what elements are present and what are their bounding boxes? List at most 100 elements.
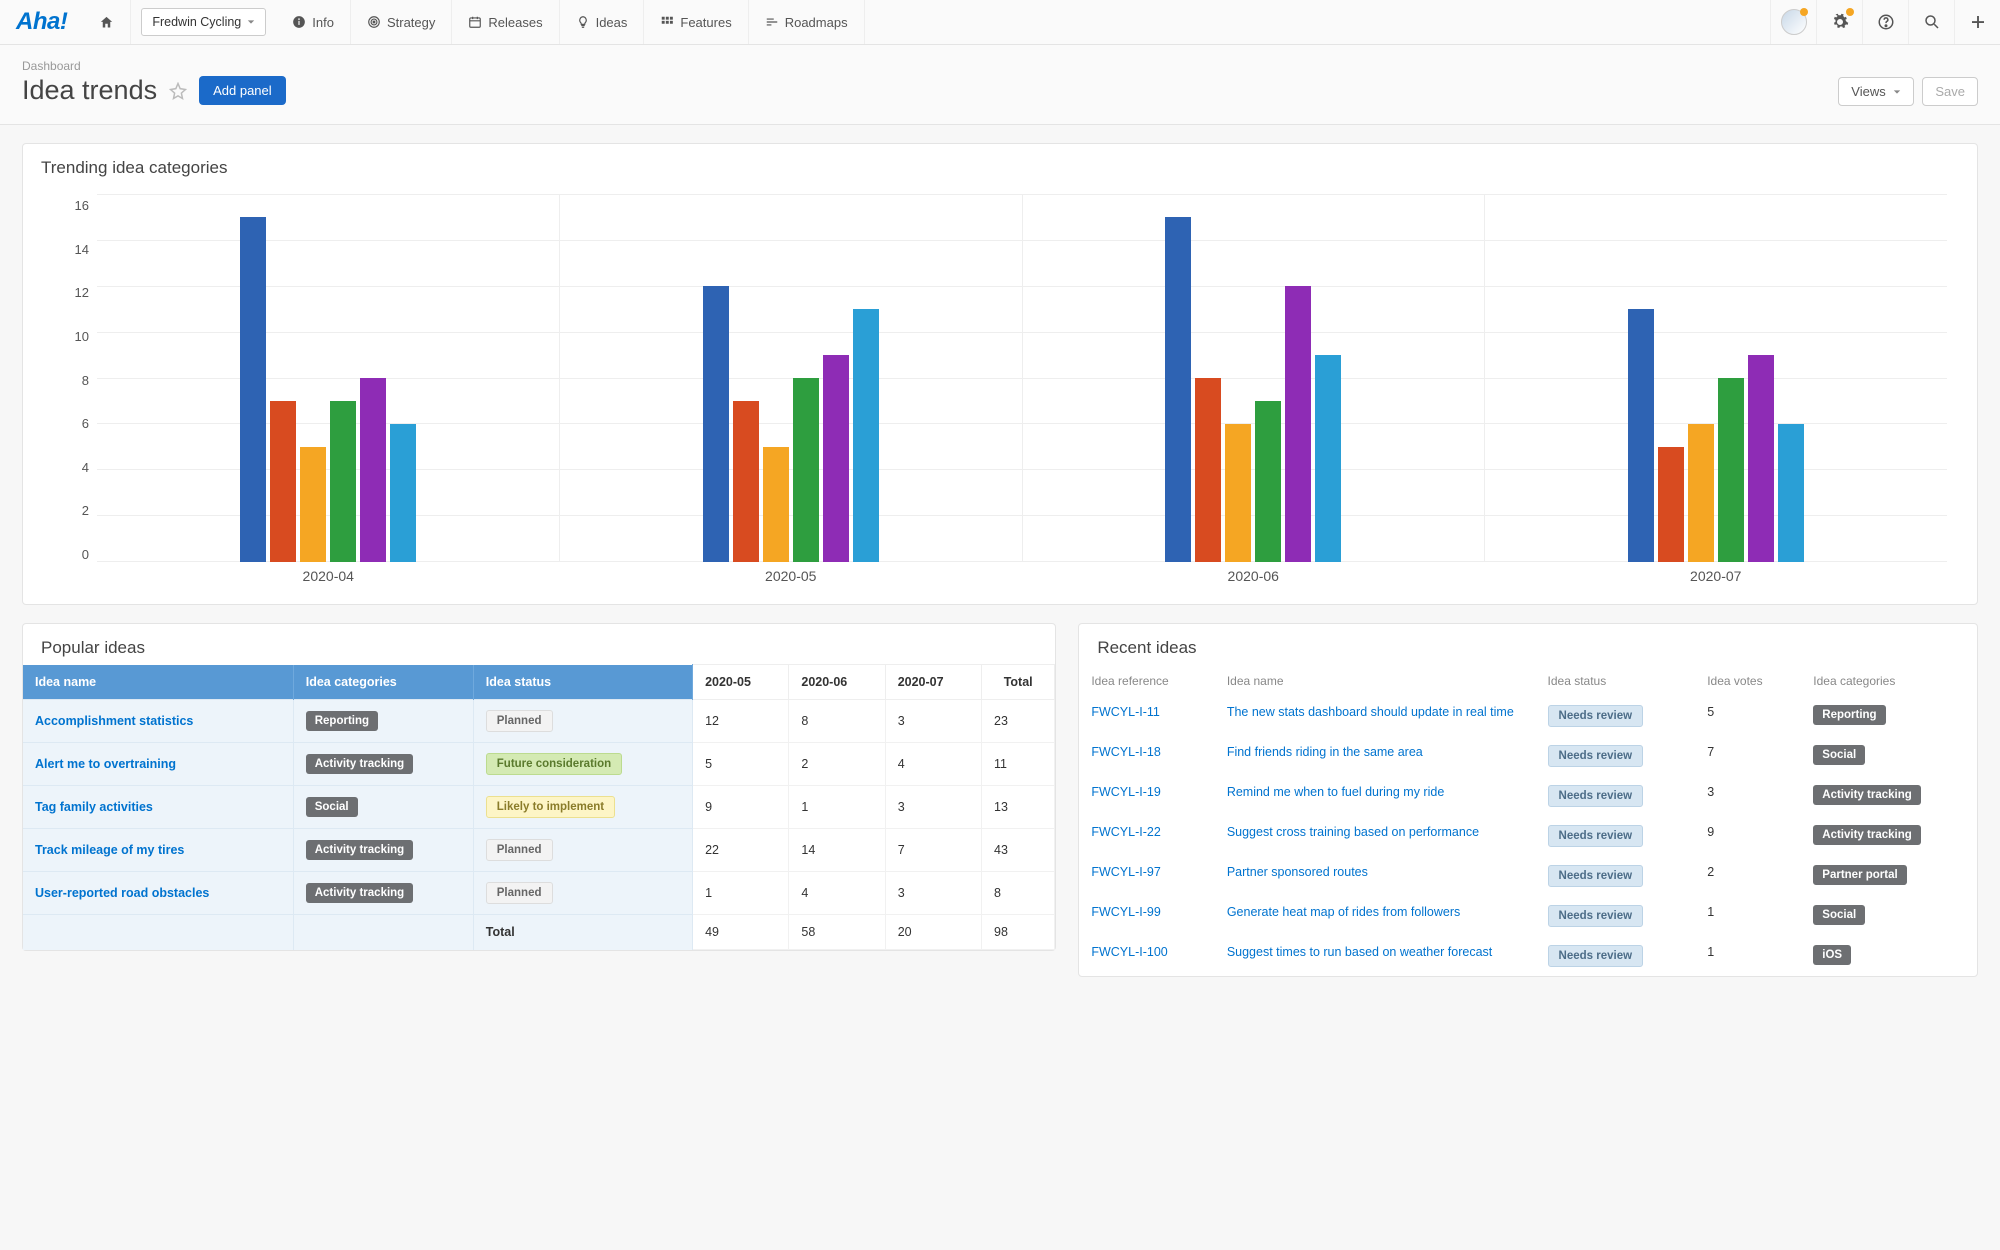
popular-ideas-title: Popular ideas xyxy=(23,624,1055,664)
nav-ideas[interactable]: Ideas xyxy=(560,0,645,44)
bar[interactable] xyxy=(390,424,416,562)
nav-roadmaps[interactable]: Roadmaps xyxy=(749,0,865,44)
idea-reference-link[interactable]: FWCYL-I-19 xyxy=(1091,785,1160,799)
idea-name-link[interactable]: Accomplishment statistics xyxy=(35,714,193,728)
col-idea-status[interactable]: Idea status xyxy=(473,665,692,700)
cell-value: 7 xyxy=(885,829,981,872)
star-icon[interactable] xyxy=(169,82,187,100)
col-cats: Idea categories xyxy=(1801,664,1977,696)
chevron-down-icon xyxy=(1893,88,1901,96)
cell-value: 23 xyxy=(982,700,1055,743)
idea-name-link[interactable]: Remind me when to fuel during my ride xyxy=(1227,785,1444,799)
votes-value: 7 xyxy=(1695,736,1801,776)
bar[interactable] xyxy=(1255,401,1281,562)
bar[interactable] xyxy=(1315,355,1341,562)
x-tick: 2020-06 xyxy=(1022,568,1485,584)
bar[interactable] xyxy=(733,401,759,562)
target-icon xyxy=(367,15,381,29)
category-tag: Activity tracking xyxy=(1813,825,1920,845)
cell-value: 4 xyxy=(789,872,885,915)
recent-ideas-title: Recent ideas xyxy=(1079,624,1977,664)
brand-logo[interactable]: Aha! xyxy=(0,0,83,44)
bar[interactable] xyxy=(1285,286,1311,562)
y-tick: 12 xyxy=(75,285,89,300)
idea-name-link[interactable]: The new stats dashboard should update in… xyxy=(1227,705,1514,719)
bar[interactable] xyxy=(823,355,849,562)
nav-features[interactable]: Features xyxy=(644,0,748,44)
bar-group xyxy=(1022,194,1485,562)
nav-releases[interactable]: Releases xyxy=(452,0,559,44)
bar[interactable] xyxy=(240,217,266,562)
idea-name-link[interactable]: User-reported road obstacles xyxy=(35,886,209,900)
idea-name-link[interactable]: Generate heat map of rides from follower… xyxy=(1227,905,1460,919)
bar[interactable] xyxy=(270,401,296,562)
bar[interactable] xyxy=(763,447,789,562)
bar[interactable] xyxy=(330,401,356,562)
idea-name-link[interactable]: Find friends riding in the same area xyxy=(1227,745,1423,759)
idea-reference-link[interactable]: FWCYL-I-100 xyxy=(1091,945,1167,959)
nav-strategy-label: Strategy xyxy=(387,15,435,30)
breadcrumb[interactable]: Dashboard xyxy=(22,59,286,73)
col-total[interactable]: Total xyxy=(982,665,1055,700)
votes-value: 2 xyxy=(1695,856,1801,896)
col-2020-06[interactable]: 2020-06 xyxy=(789,665,885,700)
idea-reference-link[interactable]: FWCYL-I-99 xyxy=(1091,905,1160,919)
cell-value: 13 xyxy=(982,786,1055,829)
col-2020-07[interactable]: 2020-07 xyxy=(885,665,981,700)
popular-ideas-table: Idea name Idea categories Idea status 20… xyxy=(23,664,1055,950)
bar[interactable] xyxy=(1688,424,1714,562)
bar[interactable] xyxy=(300,447,326,562)
bar[interactable] xyxy=(1778,424,1804,562)
bar[interactable] xyxy=(1195,378,1221,562)
nav-home[interactable] xyxy=(83,0,131,44)
bar[interactable] xyxy=(853,309,879,562)
nav-strategy[interactable]: Strategy xyxy=(351,0,452,44)
chart-y-axis: 1614121086420 xyxy=(53,194,97,584)
bar[interactable] xyxy=(1628,309,1654,562)
bar[interactable] xyxy=(703,286,729,562)
bar[interactable] xyxy=(1718,378,1744,562)
bar[interactable] xyxy=(1658,447,1684,562)
idea-name-link[interactable]: Suggest times to run based on weather fo… xyxy=(1227,945,1492,959)
col-2020-05[interactable]: 2020-05 xyxy=(693,665,789,700)
bar[interactable] xyxy=(1165,217,1191,562)
add-panel-button[interactable]: Add panel xyxy=(199,76,286,105)
idea-reference-link[interactable]: FWCYL-I-97 xyxy=(1091,865,1160,879)
views-dropdown[interactable]: Views xyxy=(1838,77,1914,106)
idea-reference-link[interactable]: FWCYL-I-18 xyxy=(1091,745,1160,759)
table-row: Accomplishment statistics Reporting Plan… xyxy=(23,700,1055,743)
chart-x-axis: 2020-042020-052020-062020-07 xyxy=(97,568,1947,584)
add-button[interactable] xyxy=(1954,0,2000,44)
nav-info[interactable]: Info xyxy=(276,0,351,44)
cell-value: 1 xyxy=(693,872,789,915)
col-idea-name[interactable]: Idea name xyxy=(23,665,293,700)
bar[interactable] xyxy=(1225,424,1251,562)
y-tick: 8 xyxy=(82,373,89,388)
user-avatar-button[interactable] xyxy=(1770,0,1816,44)
idea-name-link[interactable]: Partner sponsored routes xyxy=(1227,865,1368,879)
settings-button[interactable] xyxy=(1816,0,1862,44)
chart-panel-title: Trending idea categories xyxy=(23,144,1977,184)
search-button[interactable] xyxy=(1908,0,1954,44)
votes-value: 1 xyxy=(1695,896,1801,936)
table-row: FWCYL-I-22 Suggest cross training based … xyxy=(1079,816,1977,856)
recent-ideas-panel: Recent ideas Idea reference Idea name Id… xyxy=(1078,623,1978,977)
bar[interactable] xyxy=(1748,355,1774,562)
cell-value: 49 xyxy=(693,915,789,950)
nav-features-label: Features xyxy=(680,15,731,30)
idea-name-link[interactable]: Tag family activities xyxy=(35,800,153,814)
workspace-selector[interactable]: Fredwin Cycling xyxy=(141,8,266,36)
save-button: Save xyxy=(1922,77,1978,106)
nav-roadmaps-label: Roadmaps xyxy=(785,15,848,30)
idea-name-link[interactable]: Track mileage of my tires xyxy=(35,843,184,857)
idea-reference-link[interactable]: FWCYL-I-22 xyxy=(1091,825,1160,839)
help-button[interactable] xyxy=(1862,0,1908,44)
category-tag: Activity tracking xyxy=(1813,785,1920,805)
idea-name-link[interactable]: Alert me to overtraining xyxy=(35,757,176,771)
idea-reference-link[interactable]: FWCYL-I-11 xyxy=(1091,705,1160,719)
idea-name-link[interactable]: Suggest cross training based on performa… xyxy=(1227,825,1479,839)
col-idea-categories[interactable]: Idea categories xyxy=(293,665,473,700)
bar[interactable] xyxy=(360,378,386,562)
bar[interactable] xyxy=(793,378,819,562)
x-tick: 2020-07 xyxy=(1485,568,1948,584)
